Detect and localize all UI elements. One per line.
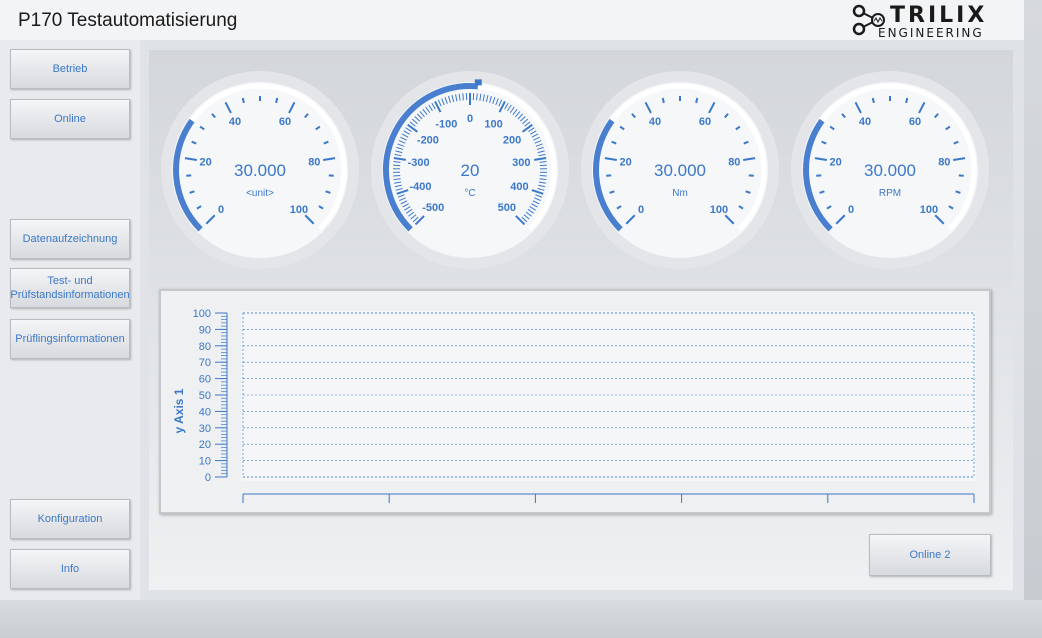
plot-area (241, 311, 976, 481)
gauge-minor-tick (476, 93, 478, 101)
gauge-tick-label: 0 (638, 204, 644, 216)
gauge-unit-label: °C (464, 188, 475, 199)
window-edge (1024, 0, 1042, 638)
gauge-value: 30.000 (234, 161, 286, 180)
gauge-tick-label: 60 (699, 116, 711, 128)
gauge-tick-label: 20 (620, 156, 632, 168)
gauge-tick-label: 100 (920, 204, 938, 216)
gauge-minor-tick (275, 97, 279, 104)
nav-online-button[interactable]: Online (10, 99, 130, 139)
gauge-minor-tick (871, 97, 875, 104)
gauge-minor-tick (661, 97, 665, 104)
gauge-tick-label: 0 (218, 204, 224, 216)
gauge-tick-label: -500 (422, 202, 444, 214)
gauge-unit: 0 20 40 60 80 100 30.000 <unit> (161, 71, 359, 269)
gauge-torque: 0 20 40 60 80 100 30.000 Nm (581, 71, 779, 269)
gauge-tick-label: -300 (408, 157, 430, 169)
gauge-tick-label: 80 (308, 156, 320, 168)
gauge-tick-label: -200 (417, 134, 439, 146)
gauge-value: 30.000 (654, 161, 706, 180)
gauge-tick-label: 20 (200, 156, 212, 168)
gauge-minor-tick (241, 97, 245, 104)
y-tick-label: 10 (199, 456, 211, 468)
line-chart: y Axis 1 0 10 20 30 40 50 60 70 80 90 100 (172, 308, 976, 503)
gauge-tick-label: -100 (435, 119, 457, 131)
app-title: P170 Testautomatisierung (18, 10, 238, 31)
gauge-minor-tick (695, 97, 699, 104)
gauge-tick-label: 500 (498, 202, 516, 214)
gauge-tick-label: 0 (467, 113, 473, 125)
gauge-minor-tick (462, 93, 464, 101)
gauge-tick-label: 60 (279, 116, 291, 128)
gauge-unit-label: Nm (672, 188, 688, 199)
y-tick-label: 50 (199, 390, 211, 402)
gauge-tick-label: -400 (410, 181, 432, 193)
bottom-bar (0, 600, 1042, 638)
gauge-tick-label: 20 (830, 156, 842, 168)
gauge-unit-label: RPM (879, 188, 901, 199)
gauge-minor-tick (905, 97, 909, 104)
gauge-tick-label: 0 (848, 204, 854, 216)
gauge-tick-label: 60 (909, 116, 921, 128)
y-tick-label: 20 (199, 439, 211, 451)
y-tick-label: 70 (199, 357, 211, 369)
gauge-tick-label: 200 (503, 134, 521, 146)
y-tick-label: 80 (199, 341, 211, 353)
nav-konfiguration-button[interactable]: Konfiguration (10, 499, 130, 539)
gauge-minor-tick (539, 174, 547, 177)
gauge-value: 30.000 (864, 161, 916, 180)
chart-panel: y Axis 1 0 10 20 30 40 50 60 70 80 90 100 (159, 289, 991, 514)
gauge-value: 20 (461, 161, 480, 180)
gauge-tick-label: 100 (710, 204, 728, 216)
y-axis-label: y Axis 1 (172, 388, 186, 433)
y-tick-label: 90 (199, 324, 211, 336)
nav-betrieb-button[interactable]: Betrieb (10, 49, 130, 89)
gauge-tick-label: 80 (938, 156, 950, 168)
company-logo: TRILIX ENGINEERING (850, 2, 1000, 40)
y-tick-label: 40 (199, 406, 211, 418)
nav-info-button[interactable]: Info (10, 549, 130, 589)
logo-subtitle: ENGINEERING (878, 26, 984, 40)
online2-button[interactable]: Online 2 (869, 534, 991, 576)
y-tick-label: 30 (199, 423, 211, 435)
nav-test-info-line2: Prüfstandsinformationen (10, 289, 130, 301)
gauge-tick-label: 100 (290, 204, 308, 216)
gauge-tick-label: 40 (229, 116, 241, 128)
title-bar: P170 Testautomatisierung TRILIX ENGINEER… (0, 0, 1024, 40)
gauge-unit-label: <unit> (246, 188, 274, 199)
gauge-tick-label: 40 (649, 116, 661, 128)
nav-pruefling-button[interactable]: Prüflingsinformationen (10, 319, 130, 359)
gauge-tick-label: 400 (510, 181, 528, 193)
nav-datenaufzeichnung-button[interactable]: Datenaufzeichnung (10, 219, 130, 259)
y-tick-label: 100 (193, 308, 211, 320)
gauge-pointer-marker (474, 79, 482, 86)
y-axis: 0 10 20 30 40 50 60 70 80 90 100 (193, 308, 228, 484)
x-axis (242, 493, 975, 503)
gauge-tick-label: 40 (859, 116, 871, 128)
nav-test-info-button[interactable]: Test- und Prüfstandsinformationen (10, 268, 130, 308)
gauge-rpm: 0 20 40 60 80 100 30.000 RPM (791, 71, 989, 269)
logo-wordmark: TRILIX (890, 3, 988, 28)
gauge-tick-label: 300 (512, 157, 530, 169)
y-tick-label: 0 (205, 472, 211, 484)
nav-test-info-line1: Test- und (47, 275, 93, 287)
gauge-temperature: -500 -400 -300 -200 -100 0 100200 300 400 500 20 °C (371, 71, 569, 269)
gauge-minor-tick (393, 174, 401, 177)
y-tick-label: 60 (199, 374, 211, 386)
gauge-tick-label: 100 (484, 119, 502, 131)
gauge-tick-label: 80 (728, 156, 740, 168)
